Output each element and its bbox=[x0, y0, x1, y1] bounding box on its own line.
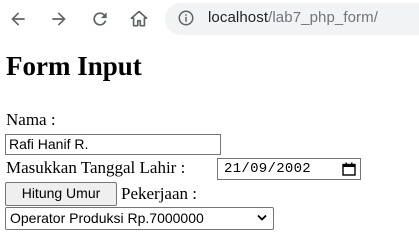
back-button[interactable] bbox=[6, 7, 30, 31]
nama-label: Nama : bbox=[6, 110, 56, 129]
url-path: /lab7_php_form/ bbox=[268, 9, 379, 26]
arrow-left-icon bbox=[11, 12, 25, 26]
arrow-right-icon bbox=[52, 12, 66, 26]
info-icon[interactable] bbox=[177, 9, 195, 27]
pekerjaan-label: Pekerjaan : bbox=[121, 184, 197, 203]
url-host: localhost bbox=[208, 9, 269, 26]
page-title: Form Input bbox=[6, 51, 142, 81]
home-icon bbox=[130, 10, 148, 27]
calendar-icon[interactable] bbox=[342, 162, 356, 176]
home-button[interactable] bbox=[127, 7, 151, 31]
tanggal-lahir-input[interactable]: 21/09/2002 bbox=[217, 158, 361, 180]
reload-icon bbox=[93, 12, 107, 26]
pekerjaan-select[interactable]: Operator Produksi Rp.7000000 bbox=[5, 207, 274, 230]
nama-input[interactable]: Rafi Hanif R. bbox=[5, 134, 221, 155]
tanggal-lahir-value: 21/09/2002 bbox=[224, 161, 312, 177]
address-url[interactable]: localhost/lab7_php_form/ bbox=[208, 9, 378, 26]
pekerjaan-selected-value: Operator Produksi Rp.7000000 bbox=[10, 210, 204, 226]
reload-button[interactable] bbox=[88, 7, 112, 31]
browser-toolbar: localhost/lab7_php_form/ bbox=[0, 0, 419, 40]
chevron-down-icon bbox=[257, 214, 267, 221]
forward-button[interactable] bbox=[47, 7, 71, 31]
hitung-umur-button[interactable]: Hitung Umur bbox=[5, 182, 117, 206]
tanggal-lahir-label: Masukkan Tanggal Lahir : bbox=[6, 158, 186, 177]
